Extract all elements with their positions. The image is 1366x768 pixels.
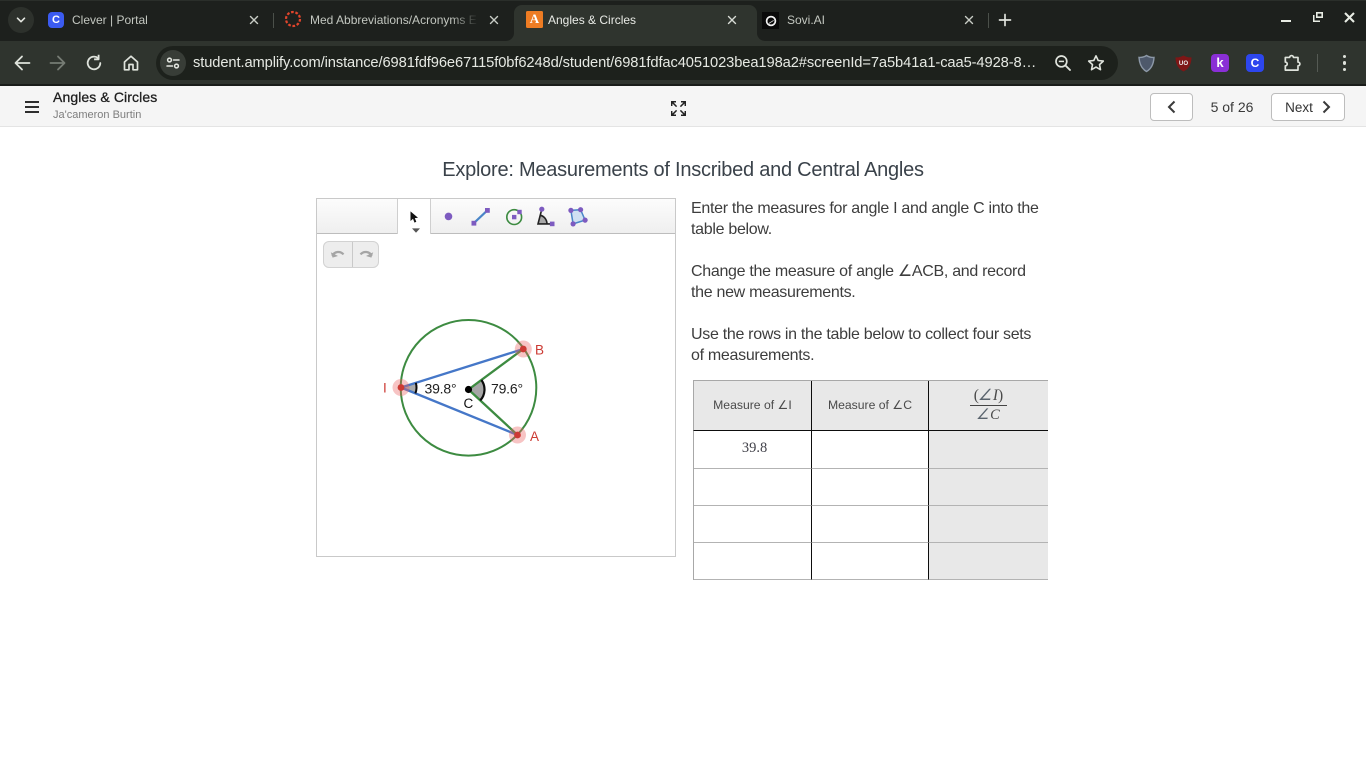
svg-text:C: C (464, 396, 474, 411)
svg-text:39.8°: 39.8° (425, 381, 457, 397)
svg-text:B: B (535, 343, 544, 358)
svg-text:A: A (530, 429, 539, 444)
svg-text:UO: UO (1179, 59, 1188, 66)
svg-text:I: I (383, 381, 387, 396)
svg-text:79.6°: 79.6° (491, 381, 523, 397)
